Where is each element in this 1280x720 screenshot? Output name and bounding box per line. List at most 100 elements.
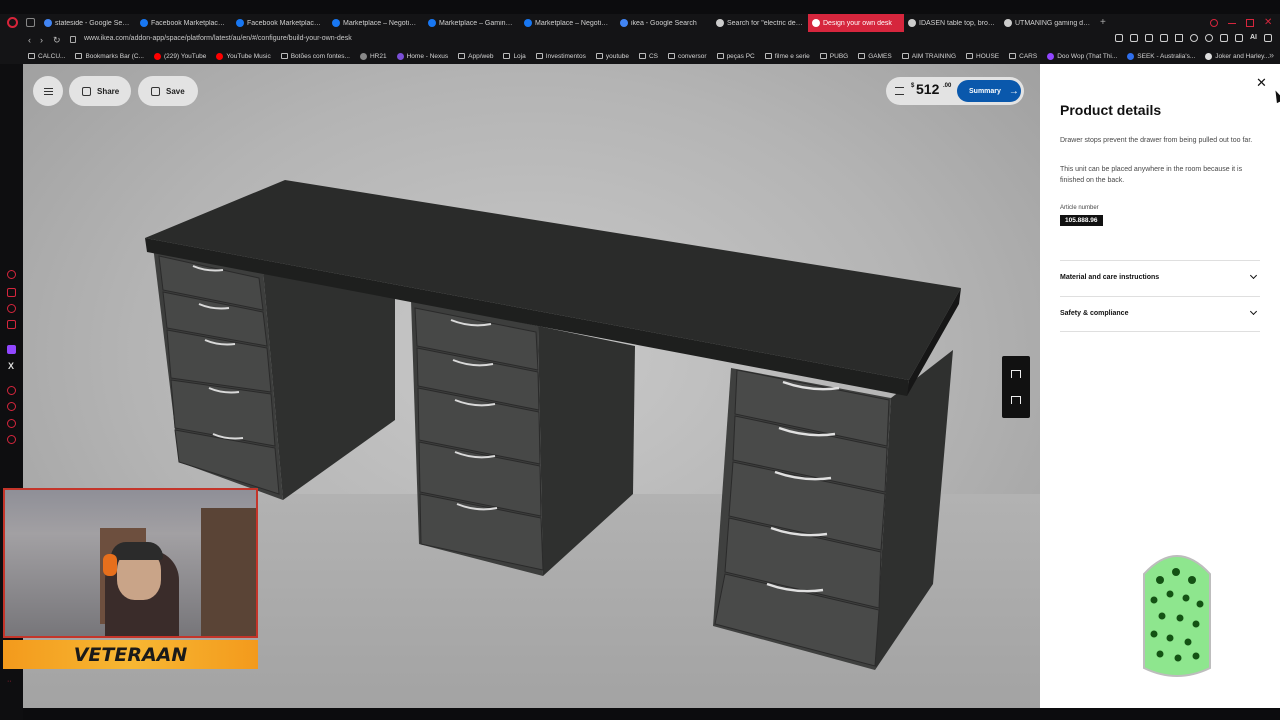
folder-icon (819, 53, 827, 59)
bookmark-icon[interactable] (1115, 34, 1123, 42)
folder-icon (638, 53, 646, 59)
back-icon[interactable]: ‹ (28, 35, 31, 45)
twitch-icon[interactable] (7, 345, 16, 354)
bookmark-item[interactable]: Doo Wop (That Thi... (1047, 52, 1117, 60)
tab-overview-icon[interactable] (26, 18, 35, 27)
save-button[interactable]: Save (138, 76, 198, 106)
browser-tab[interactable]: stateside - Google Search (40, 14, 136, 32)
facebook-icon (236, 19, 244, 27)
maximize-icon[interactable] (1246, 19, 1254, 27)
forward-icon[interactable]: › (40, 35, 43, 45)
folder-icon (503, 53, 511, 59)
list-icon[interactable] (895, 87, 904, 95)
browser-tab[interactable]: UTMANING gaming desk o... (1000, 14, 1096, 32)
bookmark-item[interactable]: YouTube Music (216, 52, 271, 60)
bookmark-folder[interactable]: PUBG (819, 53, 848, 60)
tab-label: IDÅSEN table top, brown, ... (919, 19, 996, 27)
bookmark-folder[interactable]: peças PC (716, 53, 755, 60)
browser-tab[interactable]: Marketplace – Negotiable (520, 14, 616, 32)
arrow-right-icon: → (1008, 85, 1019, 97)
folder-icon (668, 53, 676, 59)
adblock-icon[interactable] (1160, 34, 1168, 42)
settings-icon[interactable] (7, 435, 16, 444)
bookmark-item[interactable]: HR21 (359, 52, 387, 60)
x-twitter-icon[interactable]: X (8, 361, 17, 371)
search-tabs-icon[interactable] (1210, 19, 1218, 27)
ai-button[interactable]: AI (1250, 34, 1257, 42)
browser-tab[interactable]: Facebook Marketplace | F... (136, 14, 232, 32)
player-icon[interactable] (7, 320, 16, 329)
extensions-side-icon[interactable] (7, 419, 16, 428)
bookmark-folder[interactable]: Bookmarks Bar (C... (75, 53, 144, 60)
extensions-icon[interactable] (1220, 34, 1228, 42)
bookmark-folder[interactable]: Botões com fontes... (280, 53, 350, 60)
view-controls (1002, 356, 1030, 418)
bookmark-folder[interactable]: AIM TRAINING (901, 53, 956, 60)
bookmark-item[interactable]: (229) YouTube (153, 52, 206, 60)
site-favicon-icon (216, 52, 224, 60)
bookmark-label: HR21 (369, 52, 387, 60)
bookmark-folder[interactable]: HOUSE (966, 53, 999, 60)
site-favicon-icon (1205, 52, 1213, 60)
facebook-icon (332, 19, 340, 27)
messenger-icon[interactable] (7, 270, 16, 279)
decorative-sticker-image (1143, 555, 1211, 677)
bookmark-folder[interactable]: GAMES (858, 53, 892, 60)
instagram-icon[interactable] (7, 288, 16, 297)
download-icon[interactable] (1235, 34, 1243, 42)
history-icon[interactable] (7, 386, 16, 395)
snapshot-icon[interactable] (1130, 34, 1138, 42)
more-icon[interactable]: ·· (7, 678, 16, 687)
tab-label: Search for "electric desk" (727, 19, 804, 27)
more-bookmarks-icon[interactable]: » (1269, 50, 1274, 60)
new-tab-icon[interactable]: + (1096, 14, 1106, 32)
browser-tab[interactable]: Design your own desk (808, 14, 904, 32)
menu-button[interactable] (33, 76, 63, 106)
bookmark-folder[interactable]: CS (638, 53, 658, 60)
description-paragraph: Drawer stops prevent the drawer from bei… (1060, 137, 1253, 144)
bookmark-item[interactable]: Joker and Harley... (1205, 52, 1269, 60)
summary-button[interactable]: Summary → (957, 80, 1021, 102)
bookmark-folder[interactable]: CALCU... (28, 53, 65, 60)
opera-logo-icon[interactable] (7, 17, 18, 28)
browser-tab[interactable]: IDÅSEN table top, brown, ... (904, 14, 1000, 32)
folder-icon (595, 53, 603, 59)
price-currency: $ (911, 83, 915, 89)
bookmark-label: Loja (513, 52, 526, 60)
chat-icon[interactable] (1205, 34, 1213, 42)
bookmark-folder[interactable]: Loja (503, 52, 526, 60)
clock-icon[interactable] (7, 402, 16, 411)
whatsapp-icon[interactable] (7, 304, 16, 313)
bookmark-item[interactable]: Home - Nexus (396, 52, 448, 60)
accordion-material-care[interactable]: Material and care instructions (1060, 260, 1260, 296)
reload-icon[interactable]: ↻ (53, 35, 61, 46)
share-button[interactable]: Share (69, 76, 131, 106)
browser-tab[interactable]: Search for "electric desk" (712, 14, 808, 32)
folder-icon (280, 53, 288, 59)
bookmark-folder[interactable]: CARS (1009, 53, 1037, 60)
play-icon[interactable] (1175, 34, 1183, 42)
menu-icon[interactable] (1264, 34, 1272, 42)
browser-tab[interactable]: Marketplace – Gaming PC (424, 14, 520, 32)
heart-icon[interactable] (1190, 34, 1198, 42)
site-favicon-icon (1127, 52, 1135, 60)
bookmark-folder[interactable]: conversor (668, 53, 707, 60)
delete-item-icon[interactable] (1011, 396, 1021, 404)
browser-tab[interactable]: Marketplace – Negotiable (328, 14, 424, 32)
url-field[interactable]: www.ikea.com/addon-app/space/platform/la… (84, 35, 352, 42)
browser-tab[interactable]: Facebook Marketplace | F... (232, 14, 328, 32)
folder-icon (75, 53, 83, 59)
close-window-icon[interactable]: ✕ (1264, 18, 1272, 28)
table-view-icon[interactable] (1011, 370, 1021, 378)
minimize-icon[interactable] (1228, 22, 1236, 24)
bookmark-folder[interactable]: App/web (458, 53, 493, 60)
bookmark-folder[interactable]: filme e serie (764, 53, 810, 60)
close-icon[interactable]: ✕ (1256, 76, 1267, 90)
bookmark-folder[interactable]: Investimentos (535, 53, 586, 60)
bookmark-folder[interactable]: youtube (595, 53, 629, 60)
browser-tab[interactable]: ikea - Google Search (616, 14, 712, 32)
bookmark-item[interactable]: SEEK - Australia's... (1127, 52, 1195, 60)
vpn-icon[interactable] (1145, 34, 1153, 42)
accordion-safety-compliance[interactable]: Safety & compliance (1060, 296, 1260, 332)
banner-text: VETERAAN (73, 643, 188, 666)
